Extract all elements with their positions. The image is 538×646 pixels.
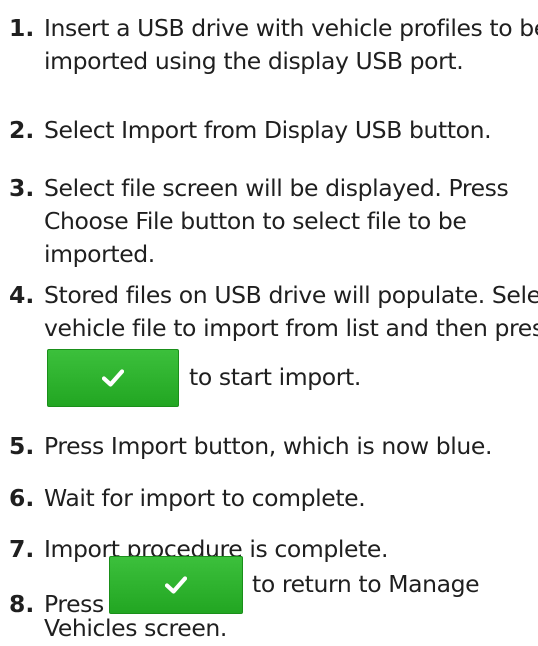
step-number: 8. — [9, 590, 35, 618]
step-text-line: Insert a USB drive with vehicle profiles… — [44, 14, 538, 42]
step-text-line: Wait for import to complete. — [44, 484, 366, 512]
confirm-button-example — [109, 556, 243, 614]
checkmark-icon — [165, 576, 187, 594]
step-text: Insert a USB drive with vehicle profiles… — [44, 12, 538, 78]
step-text: Select file screen will be displayed. Pr… — [44, 172, 538, 271]
step-number: 7. — [9, 535, 35, 563]
step-4-trailing-text: to start import. — [189, 363, 361, 391]
step-text-line: Select Import from Display USB button. — [44, 116, 492, 144]
step-8-continuation-text: Vehicles screen. — [44, 614, 227, 642]
step-number: 1. — [9, 14, 35, 42]
confirm-button-example — [47, 349, 179, 407]
step-text-line: Stored files on USB drive will populate.… — [44, 281, 538, 309]
step-number: 6. — [9, 484, 35, 512]
step-number: 3. — [9, 174, 35, 202]
step-text-line: imported using the display USB port. — [44, 47, 464, 75]
step-text: Select Import from Display USB button. — [44, 114, 538, 147]
step-text: Stored files on USB drive will populate.… — [44, 279, 538, 345]
step-number: 5. — [9, 432, 35, 460]
step-text: Wait for import to complete. — [44, 482, 538, 515]
step-text-line: Select file screen will be displayed. Pr… — [44, 174, 509, 202]
step-number: 4. — [9, 281, 35, 309]
step-text-line: imported. — [44, 240, 155, 268]
step-text: Press Import button, which is now blue. — [44, 430, 538, 463]
step-text-line: Press Import button, which is now blue. — [44, 432, 493, 460]
step-text-line: vehicle file to import from list and the… — [44, 314, 538, 342]
step-8-trailing-text: to return to Manage — [252, 570, 480, 598]
checkmark-icon — [102, 369, 124, 387]
step-number: 2. — [9, 116, 35, 144]
step-text-line: Choose File button to select file to be — [44, 207, 467, 235]
